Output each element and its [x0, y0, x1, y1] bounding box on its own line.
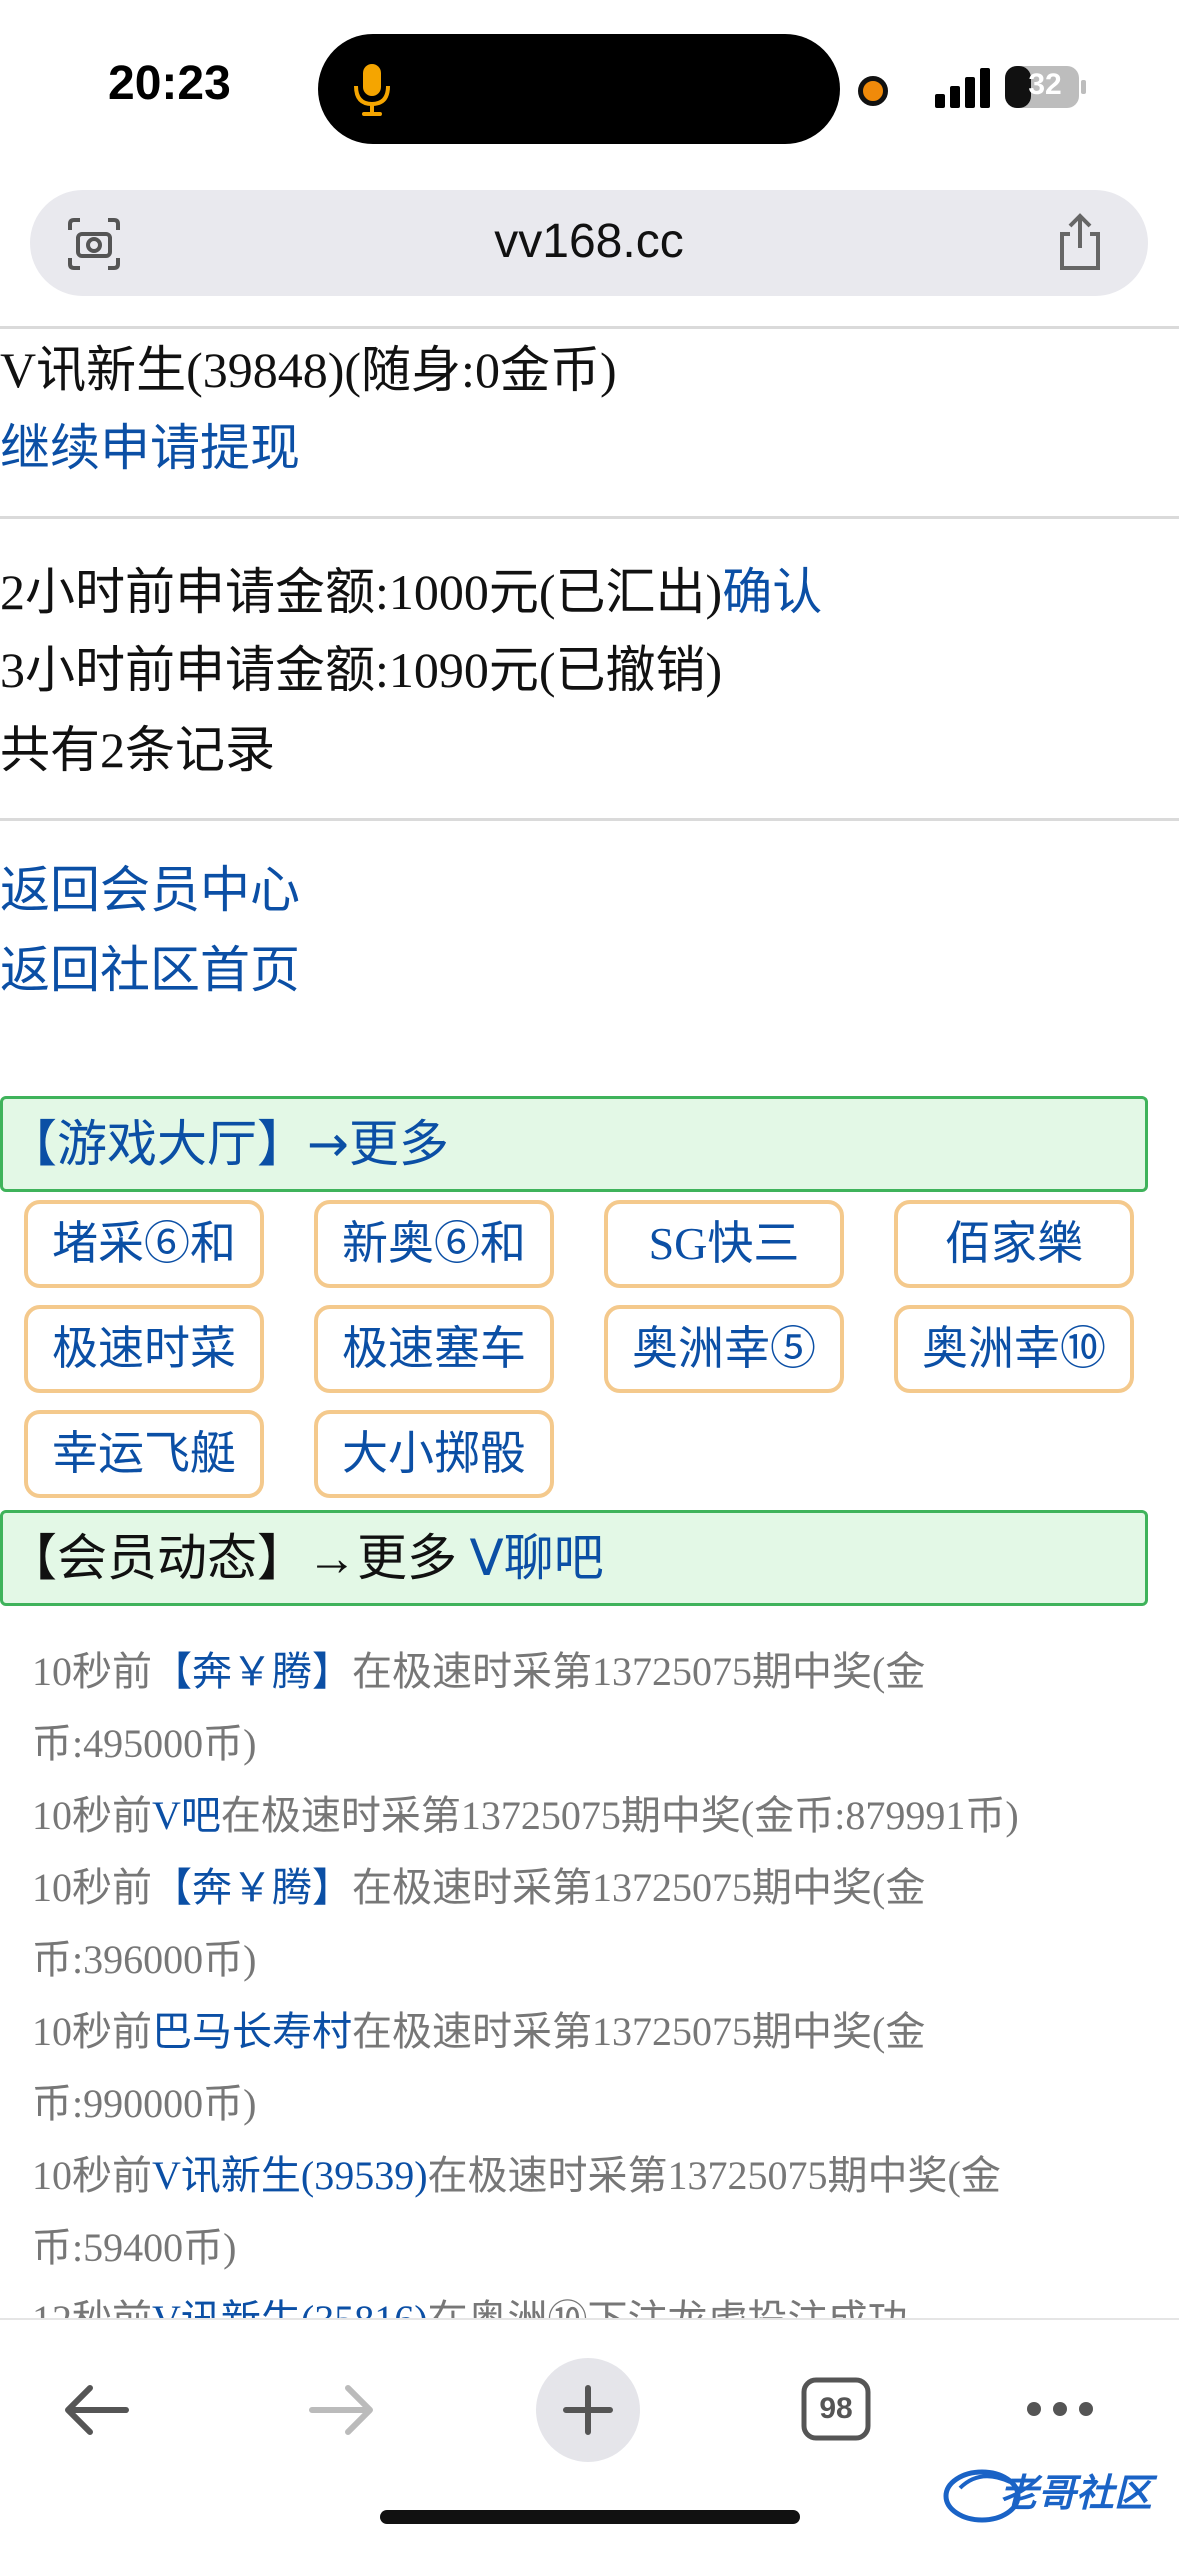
record-total: 共有2条记录 [0, 722, 275, 778]
record-row: 2小时前申请金额:1000元(已汇出)确认 [0, 562, 822, 622]
feed-user-link[interactable]: V讯新生(39539) [152, 2153, 428, 2198]
feed-user-link[interactable]: V吧 [152, 1793, 221, 1838]
divider [0, 818, 1179, 821]
divider [0, 326, 1179, 329]
dynamic-island [318, 34, 840, 144]
game-button[interactable]: 极速时菜 [24, 1305, 264, 1393]
feed-user-link[interactable]: 【奔￥腾】 [152, 1865, 352, 1910]
game-button[interactable]: 极速塞车 [314, 1305, 554, 1393]
game-hall-title[interactable]: 【游戏大厅】 [7, 1115, 307, 1173]
more-options-icon[interactable] [1024, 2398, 1096, 2420]
game-button[interactable]: 新奥⑥和 [314, 1200, 554, 1288]
game-button[interactable]: 佰家樂 [894, 1200, 1134, 1288]
recording-indicator-icon [858, 76, 888, 106]
game-button[interactable]: 大小掷骰 [314, 1410, 554, 1498]
member-news-more-link[interactable]: →更多 [307, 1530, 457, 1586]
game-button[interactable]: 奥洲幸⑩ [894, 1305, 1134, 1393]
game-hall-header: 【游戏大厅】→更多 [0, 1096, 1148, 1192]
game-button[interactable]: SG快三 [604, 1200, 844, 1288]
back-community-home-link[interactable]: 返回社区首页 [0, 940, 300, 1000]
cellular-signal-icon [935, 68, 990, 108]
record-text: 2小时前申请金额:1000元(已汇出) [0, 564, 723, 620]
record-row: 3小时前申请金额:1090元(已撤销) [0, 642, 723, 698]
game-button[interactable]: 奥洲幸⑤ [604, 1305, 844, 1393]
member-news-header: 【会员动态】→更多 V聊吧 [0, 1510, 1148, 1606]
chat-link[interactable]: V聊吧 [470, 1529, 604, 1587]
game-button[interactable]: 幸运飞艇 [24, 1410, 264, 1498]
tabs-count: 98 [819, 2392, 853, 2425]
back-arrow-icon[interactable] [60, 2382, 132, 2438]
feed-item: 10秒前【奔￥腾】在极速时采第13725075期中奖(金 币:396000币) [32, 1865, 926, 1982]
battery-level: 32 [1028, 68, 1062, 101]
game-button[interactable]: 堵采⑥和 [24, 1200, 264, 1288]
plus-icon [563, 2385, 613, 2435]
feed-item: 10秒前【奔￥腾】在极速时采第13725075期中奖(金 币:495000币) [32, 1649, 926, 1766]
feed-item: 10秒前巴马长寿村在极速时采第13725075期中奖(金 币:990000币) [32, 2009, 926, 2126]
home-indicator [380, 2510, 800, 2524]
url-text: vv168.cc [494, 215, 684, 268]
game-hall-more-link[interactable]: →更多 [307, 1115, 449, 1173]
member-news-title: 【会员动态】 [7, 1530, 307, 1586]
confirm-link[interactable]: 确认 [722, 563, 822, 621]
feed-item: 10秒前V讯新生(39539)在极速时采第13725075期中奖(金 币:5940… [32, 2153, 1001, 2270]
status-bar: 20:23 32 [0, 0, 1179, 170]
divider [0, 516, 1179, 519]
tabs-button[interactable]: 98 [800, 2376, 872, 2442]
status-time: 20:23 [108, 57, 231, 110]
user-info: V讯新生(39848)(随身:0金币) [0, 342, 617, 398]
share-icon[interactable] [1054, 212, 1106, 272]
feed-user-link[interactable]: 【奔￥腾】 [152, 1649, 352, 1694]
watermark-text: 老哥社区 [1000, 2471, 1153, 2515]
continue-withdraw-link[interactable]: 继续申请提现 [0, 418, 300, 478]
microphone-icon [354, 64, 390, 116]
new-tab-button[interactable] [536, 2358, 640, 2462]
feed-user-link[interactable]: 巴马长寿村 [152, 2009, 352, 2054]
address-bar[interactable]: vv168.cc [30, 190, 1148, 296]
back-member-center-link[interactable]: 返回会员中心 [0, 860, 300, 920]
forward-arrow-icon[interactable] [306, 2382, 378, 2438]
feed-item: 10秒前V吧在极速时采第13725075期中奖(金币:879991币) [32, 1793, 1019, 1838]
